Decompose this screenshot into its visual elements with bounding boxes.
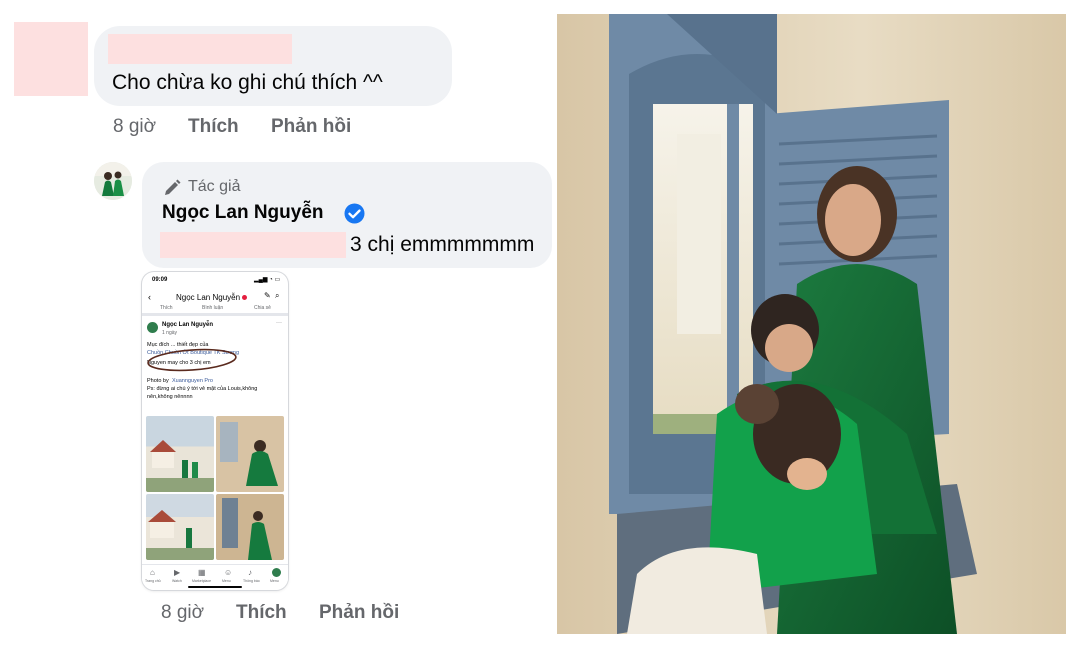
post-tab-comment[interactable]: Bình luận [202, 305, 223, 311]
redacted-mention [160, 232, 346, 258]
comment-time: 8 giờ [113, 116, 157, 137]
status-icons: ▂▄▆ ◔ ▭ [254, 277, 281, 283]
reply-text: 3 chị emmmmmmm [350, 233, 535, 256]
nav-notifications-label: Thông báo [243, 579, 260, 583]
back-arrow-icon[interactable]: ‹ [148, 292, 151, 302]
header-profile-name: Ngọc Lan Nguyễn [176, 293, 241, 302]
more-options-icon[interactable]: ··· [276, 320, 282, 326]
ps-line2: nên,không nênnnn [147, 394, 193, 400]
nav-notifications-icon[interactable]: ♪ [248, 568, 252, 577]
verified-badge-icon [344, 203, 365, 224]
comment-text: Cho chừa ko ghi chú thích ^^ [112, 71, 383, 94]
search-icon[interactable]: ⌕ [275, 291, 279, 301]
home-indicator [188, 586, 242, 588]
nav-marketplace-label: Marketplace [192, 579, 212, 583]
post-photo-1[interactable] [146, 416, 214, 492]
author-avatar[interactable] [94, 162, 132, 200]
like-button[interactable]: Thích [188, 116, 239, 138]
comment-bubble: Cho chừa ko ghi chú thích ^^ [94, 26, 452, 106]
reply-reply-button[interactable]: Phản hồi [319, 602, 399, 624]
nav-profile-label: Menu [270, 579, 279, 583]
post-author-name: Ngọc Lan Nguyễn [162, 322, 214, 328]
ps-line1: Ps: đừng ai chú ý tới vẻ mặt của Louis,k… [147, 386, 258, 392]
pen-icon [162, 178, 182, 198]
post-tab-like[interactable]: Thích [160, 305, 173, 311]
edit-icon[interactable]: ✎ [264, 291, 271, 300]
nav-watch-label: Watch [172, 579, 182, 583]
reply-time: 8 giờ [161, 602, 205, 623]
photo-by-label: Photo by [147, 378, 169, 384]
family-photo [557, 14, 1066, 634]
author-name[interactable]: Ngọc Lan Nguyễn [162, 202, 324, 224]
post-author-avatar [147, 322, 158, 333]
post-photo-3[interactable] [146, 494, 214, 560]
nav-home-icon[interactable]: ⌂ [150, 568, 155, 577]
nav-profile-icon[interactable] [272, 568, 281, 577]
handdrawn-circle [147, 348, 237, 372]
nav-watch-icon[interactable]: ▶ [174, 568, 180, 577]
photo-illustration [557, 14, 1066, 634]
nav-menu-label: Menu [222, 579, 231, 583]
post-photo-4[interactable] [216, 494, 284, 560]
photo-by-link[interactable]: Xuannguyen Pro [172, 378, 213, 384]
divider [142, 313, 288, 316]
author-tag: Tác giả [188, 178, 241, 195]
red-dot-icon [242, 295, 247, 300]
nav-home-label: Trang chủ [145, 579, 161, 583]
reply-button[interactable]: Phản hồi [271, 116, 351, 138]
avatar-image [94, 162, 132, 200]
post-photo-2[interactable] [216, 416, 284, 492]
redacted-avatar [14, 22, 88, 96]
nav-marketplace-icon[interactable]: ▦ [198, 568, 206, 577]
nav-menu-icon[interactable]: ☺ [224, 568, 232, 577]
status-time: 09:09 [152, 277, 168, 283]
reply-like-button[interactable]: Thích [236, 602, 287, 624]
post-tab-share[interactable]: Chia sẻ [254, 305, 271, 311]
attached-screenshot[interactable]: 09:09 ▂▄▆ ◔ ▭ ‹ Ngọc Lan Nguyễn ✎ ⌕ Thíc… [142, 272, 288, 590]
redacted-commenter-name [108, 34, 292, 64]
post-time: 1 ngày [162, 330, 178, 336]
